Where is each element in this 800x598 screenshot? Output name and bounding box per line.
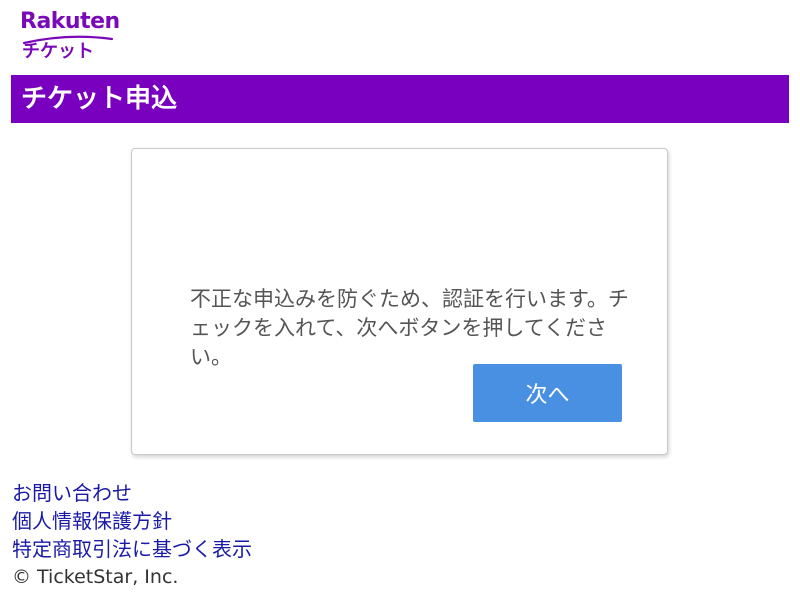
footer-link-privacy-policy[interactable]: 個人情報保護方針 xyxy=(12,507,612,535)
page-title: チケット申込 xyxy=(21,84,178,114)
logo-product-text: チケット xyxy=(22,41,94,62)
footer-link-contact[interactable]: お問い合わせ xyxy=(12,479,612,507)
copyright-text: © TicketStar, Inc. xyxy=(12,566,179,588)
rakuten-ticket-logo[interactable]: Rakuten チケット xyxy=(20,8,130,64)
page: Rakuten チケット チケット申込 不正な申込みを防ぐため、認証を行います。… xyxy=(0,0,800,598)
header-bar: チケット申込 xyxy=(11,75,789,123)
footer-link-commercial-transactions[interactable]: 特定商取引法に基づく表示 xyxy=(12,535,612,563)
footer: お問い合わせ 個人情報保護方針 特定商取引法に基づく表示 © TicketSta… xyxy=(12,479,612,591)
logo-brand-text: Rakuten xyxy=(20,9,120,34)
verification-card: 不正な申込みを防ぐため、認証を行います。チェックを入れて、次へボタンを押してくだ… xyxy=(131,148,668,455)
verification-message: 不正な申込みを防ぐため、認証を行います。チェックを入れて、次へボタンを押してくだ… xyxy=(190,287,629,369)
next-button[interactable]: 次へ xyxy=(473,364,622,422)
